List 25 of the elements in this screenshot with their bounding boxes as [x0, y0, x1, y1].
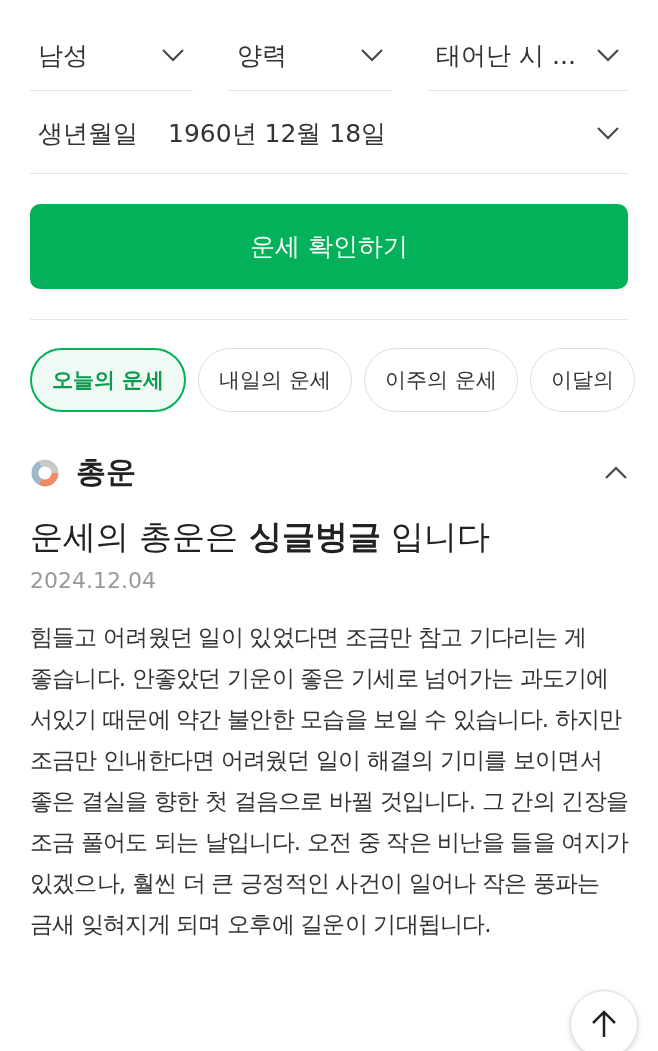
dropdown-label: 양력	[237, 39, 288, 72]
field-label: 생년월일	[38, 117, 138, 150]
fortune-headline: 운세의 총운은 싱글벙글 입니다	[30, 516, 492, 558]
tab-chip[interactable]: 내일의 운세	[198, 348, 352, 412]
dropdown-label: 태어난 시 ...	[436, 39, 576, 72]
chevron-down-icon	[360, 48, 385, 62]
tab-chip[interactable]: 이달의	[529, 348, 635, 412]
chevron-down-icon	[596, 126, 620, 140]
fortune-date: 2024.12.04	[30, 568, 157, 593]
tab-chip[interactable]: 이주의 운세	[364, 348, 518, 412]
chevron-up-icon	[604, 465, 628, 480]
chevron-down-icon	[161, 48, 186, 62]
arrow-up-icon	[591, 1009, 617, 1039]
chevron-down-icon	[596, 48, 620, 62]
fortune-text: 힘들고 어려웠던 일이 있었다면 조금만 참고 기다리는 게 좋습니다. 안좋았던 기운이 좋은 기세로 넘어가는 과도기에 서있기 때문에 약간 불안한 모습을 보일 수 있습니다. 하지만 조금만 인내한다면 어려웠던 일이 해결의 기미를 보이면서 좋은 결실을 향한 첫 걸음으로 바뀔 것입니다. 그 간의 긴장을 조금 풀어도 되는 날입니다. 오전 중 작은 비난을 들을 여지가 있겠으나, 훨씬 더 큰 긍정적인 사건이 일어나 작은 풍파는 금새 잊혀지게 되며 오후에 길운이 기대됩니다.	[30, 623, 628, 939]
date-dropdown[interactable]: 생년월일 1960년 12월 18일	[30, 93, 628, 174]
section-title: 총운	[76, 453, 137, 491]
donut-icon	[30, 457, 60, 488]
date-value: 1960년 12월 18일	[168, 117, 388, 150]
dropdown[interactable]: 태어난 시 ...	[428, 20, 628, 91]
collapse-toggle[interactable]	[604, 465, 628, 480]
dropdown[interactable]: 남성	[30, 20, 194, 91]
dropdown-label: 남성	[38, 39, 88, 72]
scroll-top-button[interactable]	[570, 990, 638, 1051]
dropdown[interactable]: 양력	[229, 20, 393, 91]
